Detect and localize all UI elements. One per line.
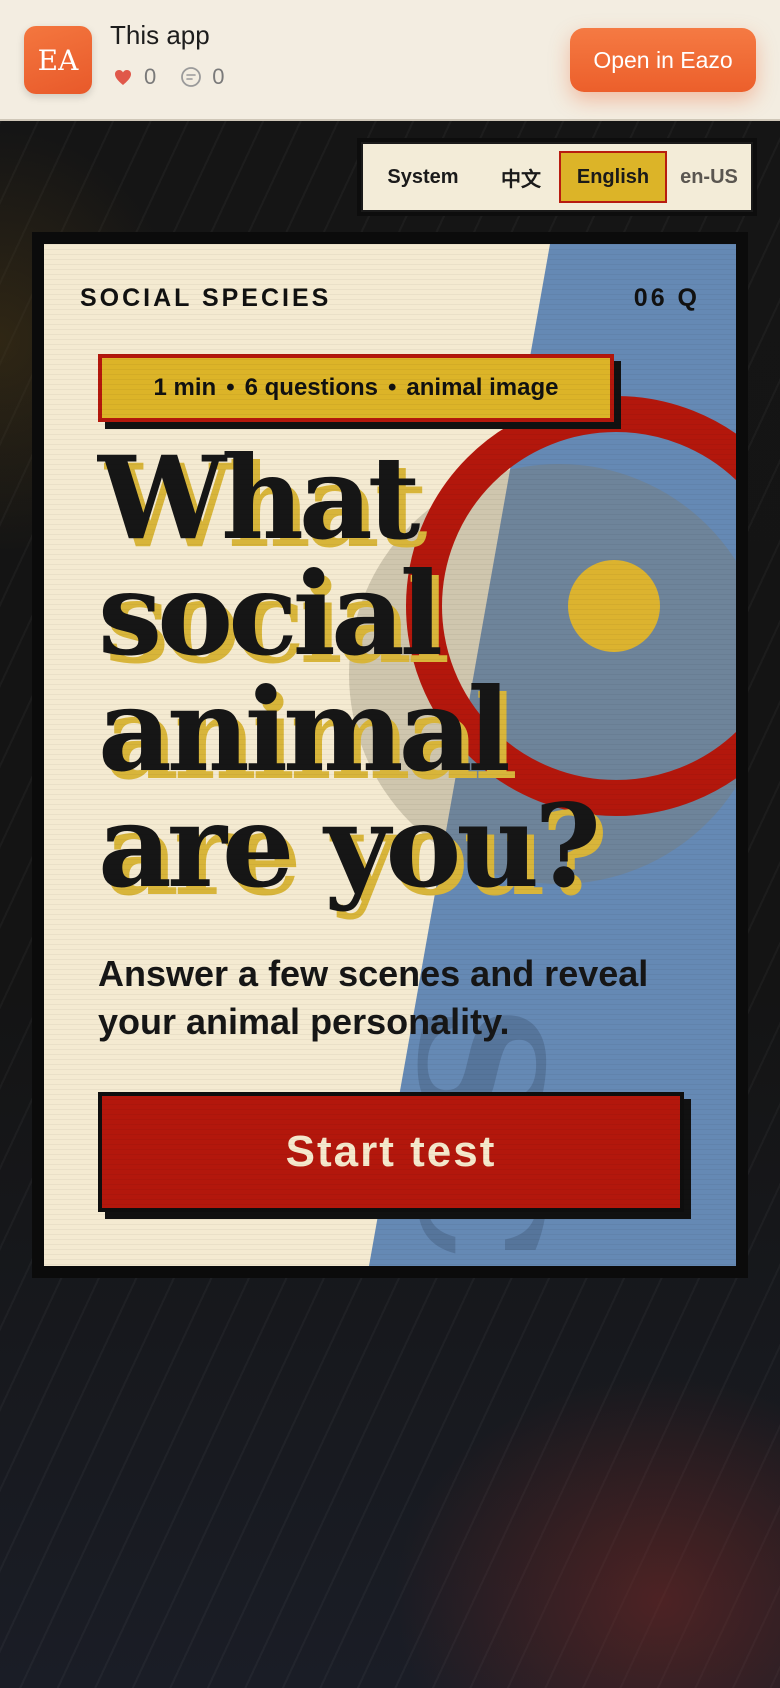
headline-line: social — [98, 547, 443, 681]
meta-separator: • — [226, 374, 235, 401]
meta-result: animal image — [406, 374, 559, 401]
open-in-eazo-button[interactable]: Open in Eazo — [570, 28, 756, 92]
headline-line: animal — [98, 663, 511, 797]
app-title: This app — [110, 20, 210, 50]
comments-count: 0 — [212, 64, 225, 89]
language-switcher: System 中文 English en-US — [361, 142, 753, 212]
meta-duration: 1 min — [153, 374, 217, 401]
likes-count: 0 — [144, 64, 157, 89]
app-stats: 0 0 — [112, 64, 249, 90]
heart-icon[interactable] — [112, 66, 134, 88]
headline-line: What — [98, 431, 420, 565]
meta-separator: • — [387, 374, 397, 401]
start-test-button[interactable]: Start test — [98, 1092, 684, 1212]
lang-option-en-us[interactable]: en-US — [667, 151, 751, 203]
comment-icon[interactable] — [180, 66, 202, 88]
meta-questions: 6 questions — [244, 374, 378, 401]
headline-line: are you? — [98, 779, 601, 913]
quiz-card: SC SOCIAL SPECIES 06 Q 1 min • 6 questio… — [44, 244, 736, 1266]
quiz-subtitle: Answer a few scenes and reveal your anim… — [98, 953, 649, 1042]
app-banner: EA This app 0 0 Open in Eazo — [0, 0, 780, 121]
question-count-label: 06 Q — [633, 284, 700, 312]
brand-label: SOCIAL SPECIES — [80, 284, 332, 312]
lang-option-system[interactable]: System — [363, 151, 483, 203]
lang-option-english[interactable]: English — [559, 151, 667, 203]
quiz-headline: What social animal are you? — [98, 431, 601, 913]
lang-option-chinese[interactable]: 中文 — [483, 151, 559, 203]
quiz-meta-badge: 1 min • 6 questions • animal image — [98, 354, 614, 422]
app-icon: EA — [24, 26, 92, 94]
